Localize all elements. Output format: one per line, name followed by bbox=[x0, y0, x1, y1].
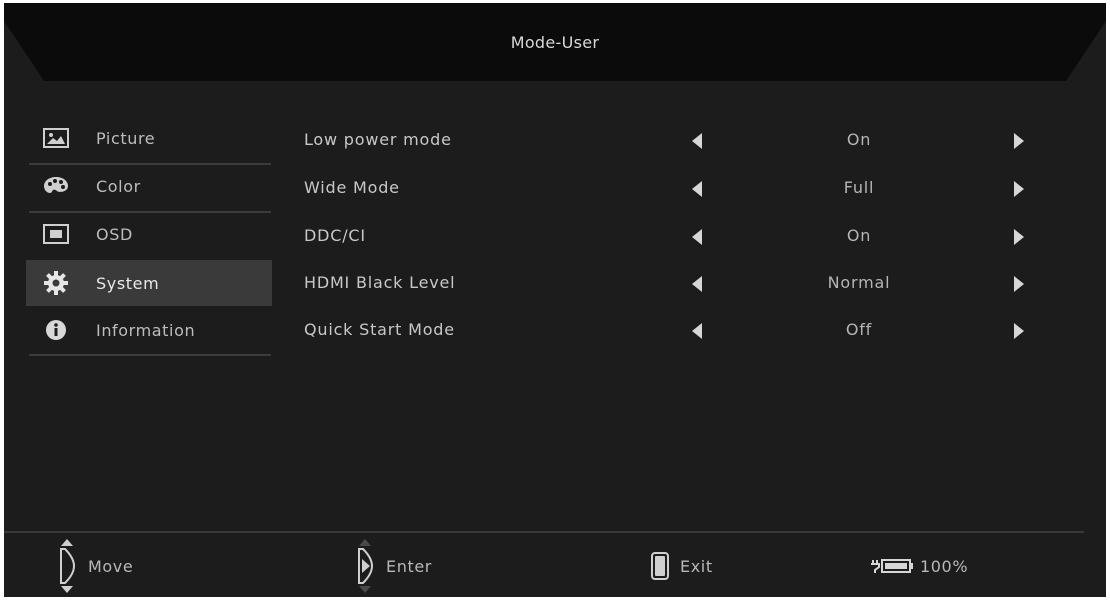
arrow-left-icon[interactable] bbox=[692, 133, 702, 149]
picture-icon bbox=[42, 127, 70, 149]
sidebar-item-label: Color bbox=[96, 176, 141, 196]
setting-row-quick-start-mode: Quick Start Mode Off bbox=[304, 316, 1064, 346]
arrow-left-icon[interactable] bbox=[692, 276, 702, 292]
footer-power-status: 100% bbox=[870, 541, 968, 591]
setting-label: DDC/CI bbox=[304, 226, 366, 245]
joystick-move-icon bbox=[56, 539, 78, 593]
info-icon bbox=[42, 319, 70, 341]
setting-value[interactable]: On bbox=[774, 130, 944, 149]
footer-enter-hint: Enter bbox=[354, 539, 432, 593]
setting-row-low-power-mode: Low power mode On bbox=[304, 126, 1064, 156]
osd-screen: Mode-User Picture Color OSD System Infor… bbox=[4, 3, 1106, 597]
setting-value[interactable]: Normal bbox=[774, 273, 944, 292]
sidebar-item-information[interactable]: Information bbox=[26, 308, 272, 352]
setting-label: HDMI Black Level bbox=[304, 273, 456, 292]
footer-enter-label: Enter bbox=[386, 556, 432, 576]
setting-label: Low power mode bbox=[304, 130, 452, 149]
setting-row-hdmi-black-level: HDMI Black Level Normal bbox=[304, 269, 1064, 299]
exit-button-icon bbox=[650, 551, 670, 581]
sidebar-item-label: Information bbox=[96, 320, 196, 340]
gear-icon bbox=[42, 271, 70, 295]
footer-move-label: Move bbox=[88, 556, 134, 576]
setting-row-ddc-ci: DDC/CI On bbox=[304, 222, 1064, 252]
footer-battery-label: 100% bbox=[920, 556, 969, 576]
palette-icon bbox=[42, 175, 70, 197]
footer-divider bbox=[4, 531, 1084, 533]
setting-label: Quick Start Mode bbox=[304, 320, 455, 339]
sidebar-item-label: OSD bbox=[96, 224, 133, 244]
arrow-left-icon[interactable] bbox=[692, 181, 702, 197]
sidebar-item-osd[interactable]: OSD bbox=[26, 212, 272, 256]
sidebar-item-system[interactable]: System bbox=[26, 260, 272, 306]
sidebar-item-color[interactable]: Color bbox=[26, 164, 272, 208]
sidebar-item-label: Picture bbox=[96, 128, 156, 148]
footer-exit-hint: Exit bbox=[650, 541, 713, 591]
joystick-enter-icon bbox=[354, 539, 376, 593]
page-title: Mode-User bbox=[510, 33, 600, 52]
setting-row-wide-mode: Wide Mode Full bbox=[304, 174, 1064, 204]
title-bar: Mode-User bbox=[4, 3, 1106, 81]
battery-charging-icon bbox=[870, 558, 916, 574]
osd-icon bbox=[42, 223, 70, 245]
sidebar-divider bbox=[29, 354, 271, 356]
arrow-left-icon[interactable] bbox=[692, 323, 702, 339]
sidebar-item-picture[interactable]: Picture bbox=[26, 116, 272, 160]
footer-move-hint: Move bbox=[56, 539, 134, 593]
arrow-right-icon[interactable] bbox=[1014, 133, 1024, 149]
setting-label: Wide Mode bbox=[304, 178, 400, 197]
arrow-right-icon[interactable] bbox=[1014, 181, 1024, 197]
setting-value[interactable]: Full bbox=[774, 178, 944, 197]
footer-exit-label: Exit bbox=[680, 556, 713, 576]
arrow-left-icon[interactable] bbox=[692, 229, 702, 245]
arrow-right-icon[interactable] bbox=[1014, 323, 1024, 339]
setting-value[interactable]: Off bbox=[774, 320, 944, 339]
setting-value[interactable]: On bbox=[774, 226, 944, 245]
sidebar-item-label: System bbox=[96, 273, 160, 293]
arrow-right-icon[interactable] bbox=[1014, 276, 1024, 292]
arrow-right-icon[interactable] bbox=[1014, 229, 1024, 245]
